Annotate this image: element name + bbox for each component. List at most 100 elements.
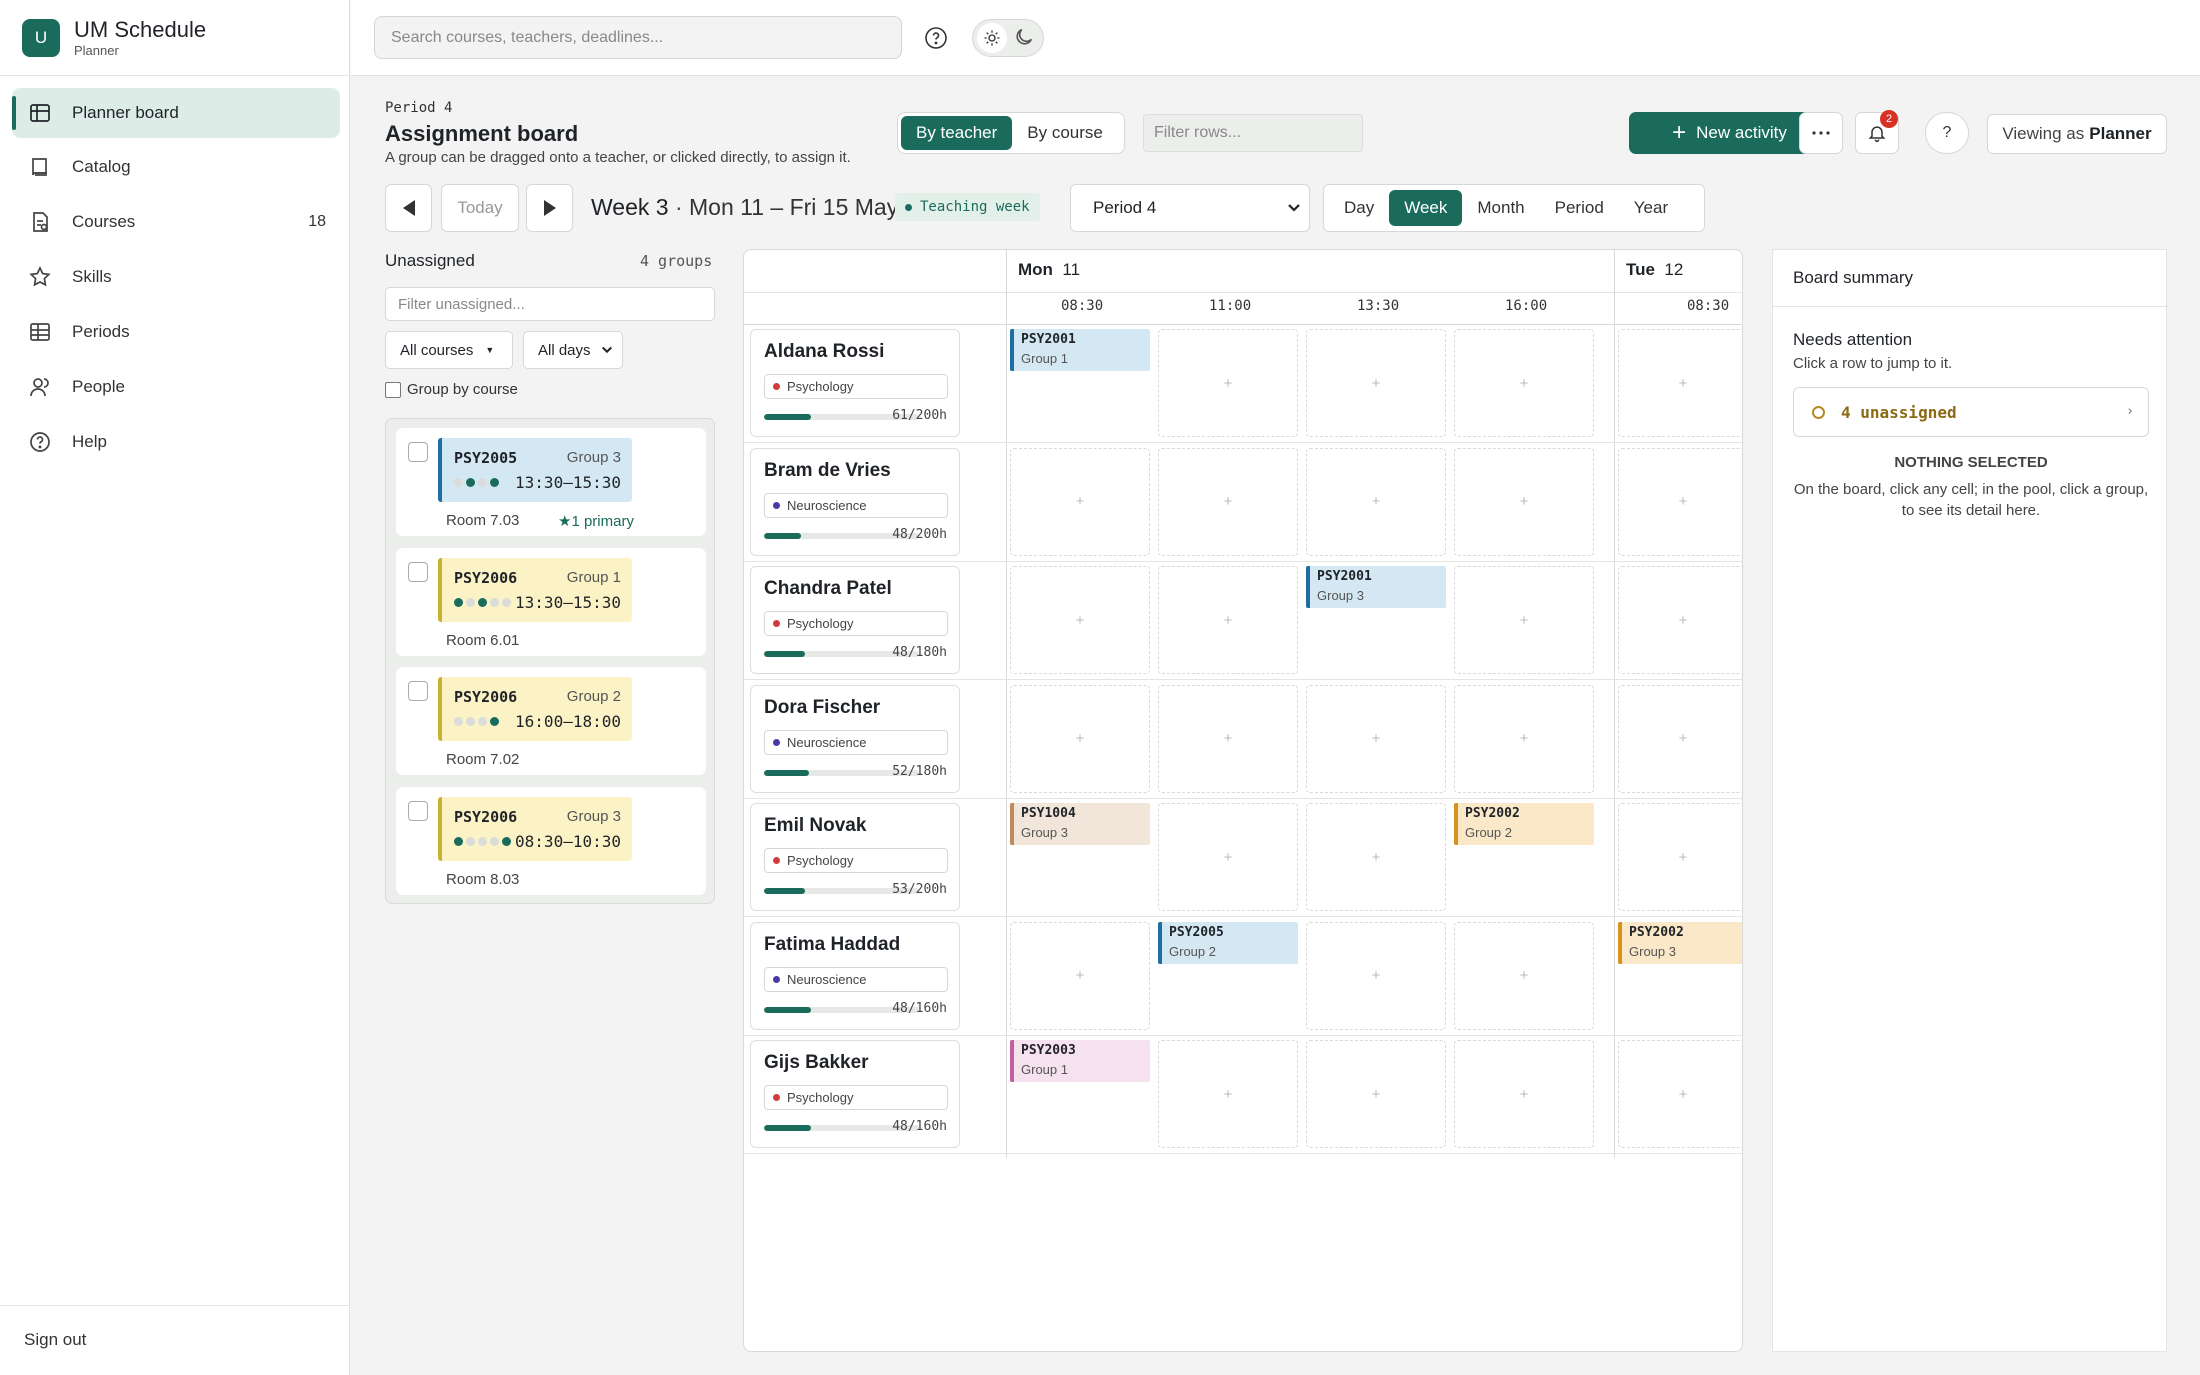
schedule-cell[interactable]: + bbox=[1454, 921, 1594, 1030]
range-month-button[interactable]: Month bbox=[1462, 190, 1539, 226]
checkbox[interactable] bbox=[385, 381, 401, 398]
schedule-cell[interactable]: + bbox=[1306, 329, 1446, 437]
assignment-chip[interactable]: PSY2001 Group 3 bbox=[1306, 566, 1446, 608]
schedule-cell[interactable]: + bbox=[1158, 684, 1298, 793]
schedule-cell[interactable]: + bbox=[1618, 447, 1742, 556]
schedule-cell[interactable]: + bbox=[1454, 684, 1594, 793]
sidebar-item-people[interactable]: People bbox=[12, 362, 340, 412]
schedule-cell[interactable]: + bbox=[1158, 447, 1298, 556]
help-icon[interactable] bbox=[924, 26, 948, 50]
theme-toggle[interactable] bbox=[972, 19, 1044, 57]
schedule-cell[interactable]: + bbox=[1010, 921, 1150, 1030]
select-checkbox[interactable] bbox=[408, 562, 428, 582]
sidebar-item-planner-board[interactable]: Planner board bbox=[12, 88, 340, 138]
filter-unassigned-input[interactable]: Filter unassigned... bbox=[385, 287, 715, 321]
range-period-button[interactable]: Period bbox=[1540, 190, 1619, 226]
unassigned-group-card[interactable]: PSY2005 Group 3 13:30–15:30 Room 7.03 ★1… bbox=[396, 428, 706, 536]
select-checkbox[interactable] bbox=[408, 801, 428, 821]
sign-out-link[interactable]: Sign out bbox=[24, 1330, 86, 1350]
schedule-cell[interactable]: + bbox=[1010, 566, 1150, 674]
teacher-card[interactable]: Chandra Patel Psychology 48/180h bbox=[750, 566, 960, 674]
moon-icon[interactable] bbox=[1013, 26, 1035, 48]
department-dot bbox=[773, 975, 780, 983]
schedule-cell[interactable]: + bbox=[1618, 566, 1742, 674]
sidebar-item-courses[interactable]: Courses 18 bbox=[12, 197, 340, 247]
schedule-cell[interactable]: + bbox=[1454, 566, 1594, 674]
view-toggle: By teacher By course bbox=[897, 112, 1125, 154]
schedule-cell[interactable]: + bbox=[1454, 329, 1594, 437]
more-options-button[interactable] bbox=[1799, 112, 1843, 154]
day-dot bbox=[466, 478, 475, 487]
course-code: PSY2001 bbox=[1021, 332, 1076, 347]
day-filter-select[interactable]: All days bbox=[523, 331, 623, 369]
group-chip[interactable]: PSY2006 Group 2 16:00–18:00 bbox=[438, 677, 632, 741]
schedule-cell[interactable]: + bbox=[1306, 921, 1446, 1030]
day-dot bbox=[490, 837, 499, 846]
schedule-cell[interactable]: + bbox=[1618, 1040, 1742, 1148]
assignment-chip[interactable]: PSY2002 Group 3 bbox=[1618, 921, 1742, 964]
teacher-card[interactable]: Fatima Haddad Neuroscience 48/160h bbox=[750, 921, 960, 1030]
sidebar-item-help[interactable]: Help bbox=[12, 417, 340, 467]
period-select[interactable]: Period 4 bbox=[1070, 184, 1310, 232]
schedule-cell[interactable]: + bbox=[1158, 803, 1298, 911]
viewing-as-role[interactable]: Viewing as Planner bbox=[1987, 114, 2167, 154]
unassigned-group-card[interactable]: PSY2006 Group 3 08:30–10:30 Room 8.03 bbox=[396, 787, 706, 895]
schedule-cell[interactable]: + bbox=[1306, 1040, 1446, 1148]
schedule-cell[interactable]: + bbox=[1618, 684, 1742, 793]
schedule-cell[interactable]: + bbox=[1306, 684, 1446, 793]
schedule-cell[interactable]: + bbox=[1454, 1040, 1594, 1148]
teacher-card[interactable]: Dora Fischer Neuroscience 52/180h bbox=[750, 684, 960, 793]
schedule-cell[interactable]: + bbox=[1306, 447, 1446, 556]
assignment-chip[interactable]: PSY2003 Group 1 bbox=[1010, 1040, 1150, 1082]
schedule-cell[interactable]: + bbox=[1618, 329, 1742, 437]
filter-rows-input[interactable]: Filter rows... bbox=[1143, 114, 1363, 152]
department-dot bbox=[773, 857, 780, 864]
star-icon bbox=[29, 266, 51, 287]
select-checkbox[interactable] bbox=[408, 442, 428, 462]
range-year-button[interactable]: Year bbox=[1619, 190, 1683, 226]
schedule-cell[interactable]: + bbox=[1306, 803, 1446, 911]
group-chip[interactable]: PSY2005 Group 3 13:30–15:30 bbox=[438, 438, 632, 502]
teacher-card[interactable]: Emil Novak Psychology 53/200h bbox=[750, 803, 960, 911]
schedule-cell[interactable]: + bbox=[1158, 566, 1298, 674]
group-by-course-checkbox[interactable]: Group by course bbox=[385, 381, 518, 398]
next-week-button[interactable] bbox=[526, 184, 573, 232]
search-input[interactable]: Search courses, teachers, deadlines... bbox=[374, 16, 902, 59]
assignment-chip[interactable]: PSY1004 Group 3 bbox=[1010, 803, 1150, 845]
schedule-cell[interactable]: + bbox=[1454, 447, 1594, 556]
assignment-chip[interactable]: PSY2001 Group 1 bbox=[1010, 329, 1150, 371]
load-progress-fill bbox=[764, 1125, 811, 1131]
sidebar-item-skills[interactable]: Skills bbox=[12, 252, 340, 302]
unassigned-group-card[interactable]: PSY2006 Group 1 13:30–15:30 Room 6.01 bbox=[396, 548, 706, 656]
unassigned-group-card[interactable]: PSY2006 Group 2 16:00–18:00 Room 7.02 bbox=[396, 667, 706, 775]
help-button[interactable]: ? bbox=[1925, 112, 1969, 154]
sun-icon[interactable] bbox=[977, 23, 1007, 53]
status-dot bbox=[905, 203, 912, 211]
teacher-card[interactable]: Gijs Bakker Psychology 48/160h bbox=[750, 1040, 960, 1148]
course-code: PSY2001 bbox=[1317, 569, 1372, 584]
view-by-teacher-button[interactable]: By teacher bbox=[901, 116, 1013, 150]
group-chip[interactable]: PSY2006 Group 1 13:30–15:30 bbox=[438, 558, 632, 622]
previous-week-button[interactable] bbox=[385, 184, 432, 232]
brand[interactable]: U UM Schedule Planner bbox=[22, 18, 206, 58]
teacher-card[interactable]: Aldana Rossi Psychology 61/200h bbox=[750, 329, 960, 437]
sidebar-item-periods[interactable]: Periods bbox=[12, 307, 340, 357]
view-by-course-button[interactable]: By course bbox=[1012, 116, 1118, 150]
schedule-cell[interactable]: + bbox=[1010, 684, 1150, 793]
sidebar-item-catalog[interactable]: Catalog bbox=[12, 142, 340, 192]
teacher-card[interactable]: Bram de Vries Neuroscience 48/200h bbox=[750, 447, 960, 556]
group-chip[interactable]: PSY2006 Group 3 08:30–10:30 bbox=[438, 797, 632, 861]
course-filter-select[interactable]: All courses ▼ bbox=[385, 331, 513, 369]
assignment-chip[interactable]: PSY2002 Group 2 bbox=[1454, 803, 1594, 845]
schedule-cell[interactable]: + bbox=[1158, 329, 1298, 437]
unassigned-alert-row[interactable]: 4 unassigned › bbox=[1793, 387, 2149, 437]
range-day-button[interactable]: Day bbox=[1329, 190, 1389, 226]
range-week-button[interactable]: Week bbox=[1389, 190, 1463, 226]
today-button[interactable]: Today bbox=[441, 184, 519, 232]
schedule-cell[interactable]: + bbox=[1158, 1040, 1298, 1148]
assignment-chip[interactable]: PSY2005 Group 2 bbox=[1158, 921, 1298, 964]
schedule-cell[interactable]: + bbox=[1618, 803, 1742, 911]
select-checkbox[interactable] bbox=[408, 681, 428, 701]
sidebar-divider bbox=[0, 75, 350, 76]
schedule-cell[interactable]: + bbox=[1010, 447, 1150, 556]
